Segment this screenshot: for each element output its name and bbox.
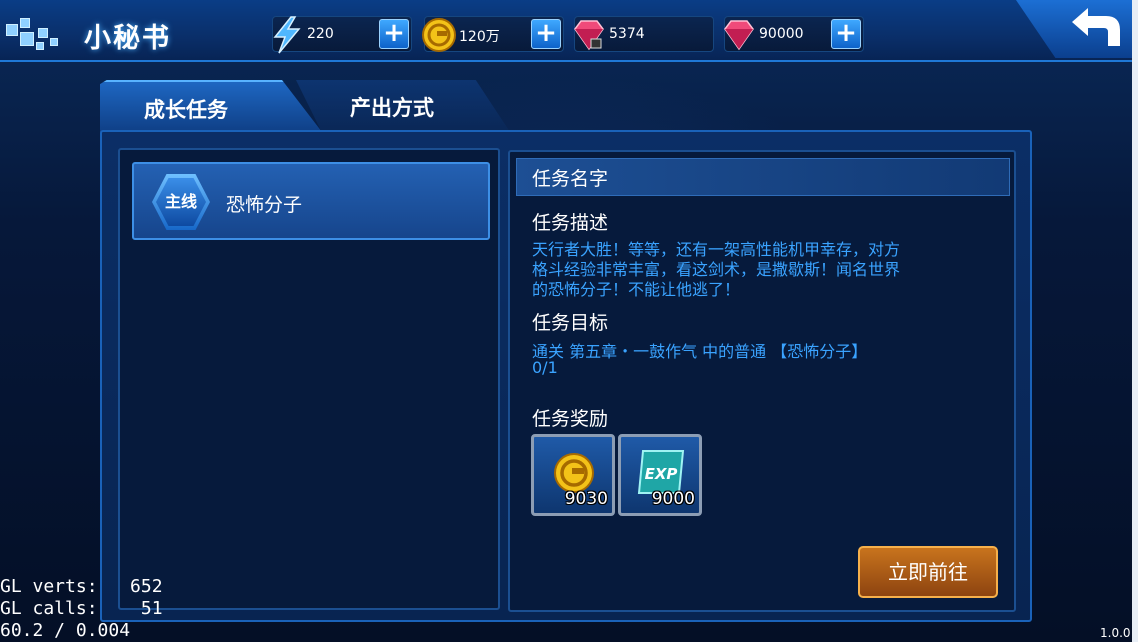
gem-icon [724, 20, 754, 51]
task-description: 天行者大胜！等等，还有一架高性能机甲幸存，对方 格斗经验非常丰富，看这剑术，是撒… [532, 240, 1002, 300]
energy-counter: 220 + [272, 16, 412, 54]
window-edge [1132, 0, 1138, 642]
task-goal-heading: 任务目标 [532, 312, 609, 334]
game-screen: 小秘书 220 + 120万 + 5374 90000 + 产出方式 成长任务 … [0, 0, 1138, 642]
task-list-item[interactable]: 主线 恐怖分子 [132, 162, 490, 240]
gold-value: 120万 [459, 29, 500, 45]
task-description-heading: 任务描述 [532, 212, 609, 234]
task-reward-heading: 任务奖励 [532, 408, 609, 430]
svg-text:EXP: EXP [645, 465, 678, 483]
tab-output-methods[interactable]: 产出方式 [296, 80, 510, 132]
back-button[interactable] [1016, 0, 1132, 58]
reward-item-gold[interactable]: 9030 [531, 434, 615, 516]
locked-gem-value: 5374 [609, 26, 645, 42]
main-quest-badge: 主线 [152, 174, 210, 230]
add-gold-button[interactable]: + [531, 19, 561, 49]
task-goal-text: 通关 第五章・一鼓作气 中的普通 【恐怖分子】 [532, 342, 868, 361]
locked-gem-icon [574, 20, 604, 51]
task-goal-progress: 0/1 [532, 358, 558, 377]
energy-value: 220 [307, 26, 334, 42]
gold-counter: 120万 + [422, 16, 564, 52]
reward-item-exp[interactable]: EXP 9000 [618, 434, 702, 516]
tab-label: 成长任务 [144, 98, 228, 122]
reward-amount: 9030 [564, 489, 608, 509]
pixel-logo-icon [6, 18, 58, 52]
badge-label: 主线 [156, 178, 206, 226]
tab-growth-tasks[interactable]: 成长任务 [100, 80, 322, 132]
version-label: 1.0.0 [1100, 626, 1131, 640]
top-bar: 小秘书 220 + 120万 + 5374 90000 + [0, 0, 1132, 62]
debug-line: GL verts: 652 [0, 576, 163, 597]
lightning-icon [273, 16, 301, 54]
go-now-button[interactable]: 立即前往 [858, 546, 998, 598]
add-gem-button[interactable]: + [831, 19, 861, 49]
gold-coin-icon [422, 18, 456, 52]
gem-counter: 90000 + [724, 16, 864, 52]
reward-amount: 9000 [651, 489, 695, 509]
page-title: 小秘书 [84, 23, 171, 54]
task-name-heading: 任务名字 [532, 168, 609, 190]
description-line: 格斗经验非常丰富，看这剑术，是撒歇斯！闻名世界 [532, 260, 901, 279]
debug-stats: GL verts: 652 GL calls: 51 60.2 / 0.004 [0, 576, 163, 642]
description-line: 的恐怖分子！不能让他逃了！ [532, 280, 741, 299]
description-line: 天行者大胜！等等，还有一架高性能机甲幸存，对方 [532, 240, 901, 259]
add-energy-button[interactable]: + [379, 19, 409, 49]
debug-line: GL calls: 51 [0, 598, 163, 619]
task-name: 恐怖分子 [226, 194, 303, 216]
back-arrow-icon [1072, 8, 1120, 46]
gem-value: 90000 [759, 26, 804, 42]
tab-label: 产出方式 [350, 96, 434, 120]
debug-line: 60.2 / 0.004 [0, 620, 131, 641]
locked-gem-counter: 5374 [574, 16, 714, 52]
